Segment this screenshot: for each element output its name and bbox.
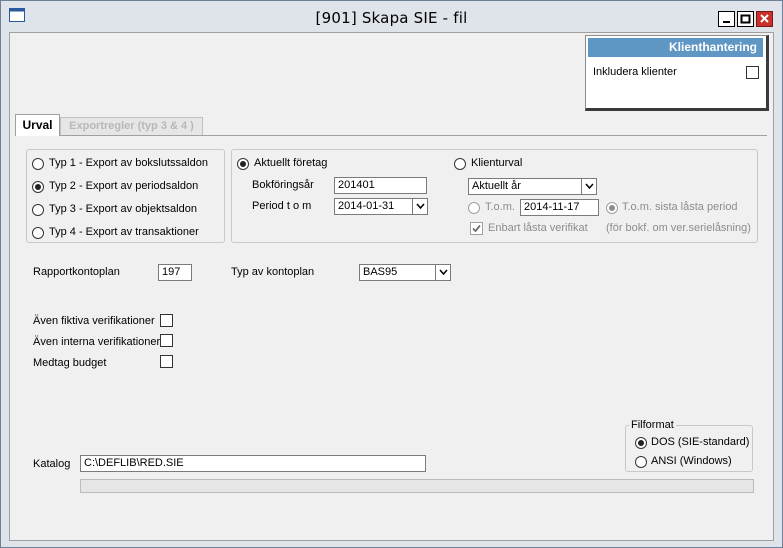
typ-av-kontoplan-dropdown-button[interactable] [435, 265, 450, 280]
radio-klienturval[interactable] [454, 158, 466, 170]
window: [901] Skapa SIE - fil Klienthantering In… [0, 0, 783, 548]
chevron-down-icon [585, 183, 594, 189]
chevron-down-icon [416, 203, 425, 209]
klienturval-select[interactable]: Aktuellt år [468, 178, 597, 195]
serielasning-note: (för bokf. om ver.serielåsning) [606, 222, 751, 234]
typ-av-kontoplan-select[interactable]: BAS95 [359, 264, 451, 281]
chevron-down-icon [439, 269, 448, 275]
aktuellt-foretag-label: Aktuellt företag [254, 157, 328, 169]
close-button[interactable] [756, 11, 773, 27]
maximize-button[interactable] [737, 11, 754, 27]
radio-typ-2-label: Typ 2 - Export av periodsaldon [49, 180, 199, 192]
bokforingsar-input[interactable]: 201401 [334, 177, 427, 194]
tom-sista-lasta-label: T.o.m. sista låsta period [622, 201, 738, 213]
radio-ansi[interactable] [635, 456, 647, 468]
progress-bar [80, 479, 754, 493]
bokforingsar-label: Bokföringsår [252, 179, 314, 191]
period-tom-select[interactable]: 2014-01-31 [334, 198, 428, 215]
enbart-lasta-label: Enbart låsta verifikat [488, 222, 588, 234]
close-icon [760, 14, 769, 23]
radio-aktuellt-foretag[interactable] [237, 158, 249, 170]
medtag-budget-checkbox[interactable] [160, 355, 173, 368]
medtag-budget-label: Medtag budget [33, 357, 107, 369]
rapportkontoplan-input[interactable]: 197 [158, 264, 192, 281]
fiktiva-verifikationer-label: Även fiktiva verifikationer [33, 315, 155, 327]
period-tom-value: 2014-01-31 [338, 200, 395, 212]
company-group: Aktuellt företag Bokföringsår 201401 Per… [231, 149, 758, 243]
client-area: Klienthantering Inkludera klienter Urval… [9, 32, 774, 541]
checkmark-icon [472, 224, 481, 233]
minimize-icon [723, 21, 730, 23]
minimize-button[interactable] [718, 11, 735, 27]
klienturval-label: Klienturval [471, 157, 523, 169]
radio-typ-4[interactable] [32, 227, 44, 239]
tab-divider [15, 135, 767, 136]
interna-verifikationer-checkbox[interactable] [160, 334, 173, 347]
title-bar[interactable]: [901] Skapa SIE - fil [1, 1, 782, 31]
klienturval-dropdown-button[interactable] [581, 179, 596, 194]
tom-date-input[interactable]: 2014-11-17 [520, 199, 599, 216]
include-clients-checkbox[interactable] [746, 66, 759, 79]
radio-typ-3[interactable] [32, 204, 44, 216]
typ-av-kontoplan-value: BAS95 [363, 266, 398, 278]
interna-verifikationer-label: Även interna verifikationer [33, 336, 161, 348]
radio-typ-3-label: Typ 3 - Export av objektsaldon [49, 203, 197, 215]
filformat-legend: Filformat [629, 419, 676, 431]
katalog-input[interactable]: C:\DEFLIB\RED.SIE [80, 455, 426, 472]
filformat-group: Filformat DOS (SIE-standard) ANSI (Windo… [625, 419, 753, 472]
enbart-lasta-checkbox[interactable] [470, 222, 483, 235]
rapportkontoplan-label: Rapportkontoplan [33, 266, 120, 278]
include-clients-label: Inkludera klienter [593, 66, 677, 78]
radio-typ-1[interactable] [32, 158, 44, 170]
tab-urval[interactable]: Urval [15, 114, 60, 136]
tom-label: T.o.m. [485, 201, 515, 213]
client-panel: Klienthantering Inkludera klienter [585, 35, 769, 111]
client-panel-header: Klienthantering [588, 38, 763, 57]
typ-av-kontoplan-label: Typ av kontoplan [231, 266, 315, 278]
window-title: [901] Skapa SIE - fil [315, 9, 468, 27]
radio-typ-1-label: Typ 1 - Export av bokslutssaldon [49, 157, 208, 169]
klienturval-select-value: Aktuellt år [472, 180, 521, 192]
radio-tom-sista-lasta[interactable] [606, 202, 618, 214]
radio-tom[interactable] [468, 202, 480, 214]
export-type-group: Typ 1 - Export av bokslutssaldon Typ 2 -… [26, 149, 225, 243]
radio-dos[interactable] [635, 437, 647, 449]
radio-dos-label: DOS (SIE-standard) [651, 436, 750, 448]
radio-ansi-label: ANSI (Windows) [651, 455, 732, 467]
period-tom-label: Period t o m [252, 200, 312, 212]
fiktiva-verifikationer-checkbox[interactable] [160, 314, 173, 327]
period-tom-dropdown-button[interactable] [412, 199, 427, 214]
katalog-label: Katalog [33, 458, 71, 470]
tab-exportregler[interactable]: Exportregler (typ 3 & 4 ) [60, 117, 203, 135]
maximize-icon [740, 14, 751, 24]
radio-typ-2[interactable] [32, 181, 44, 193]
radio-typ-4-label: Typ 4 - Export av transaktioner [49, 226, 199, 238]
